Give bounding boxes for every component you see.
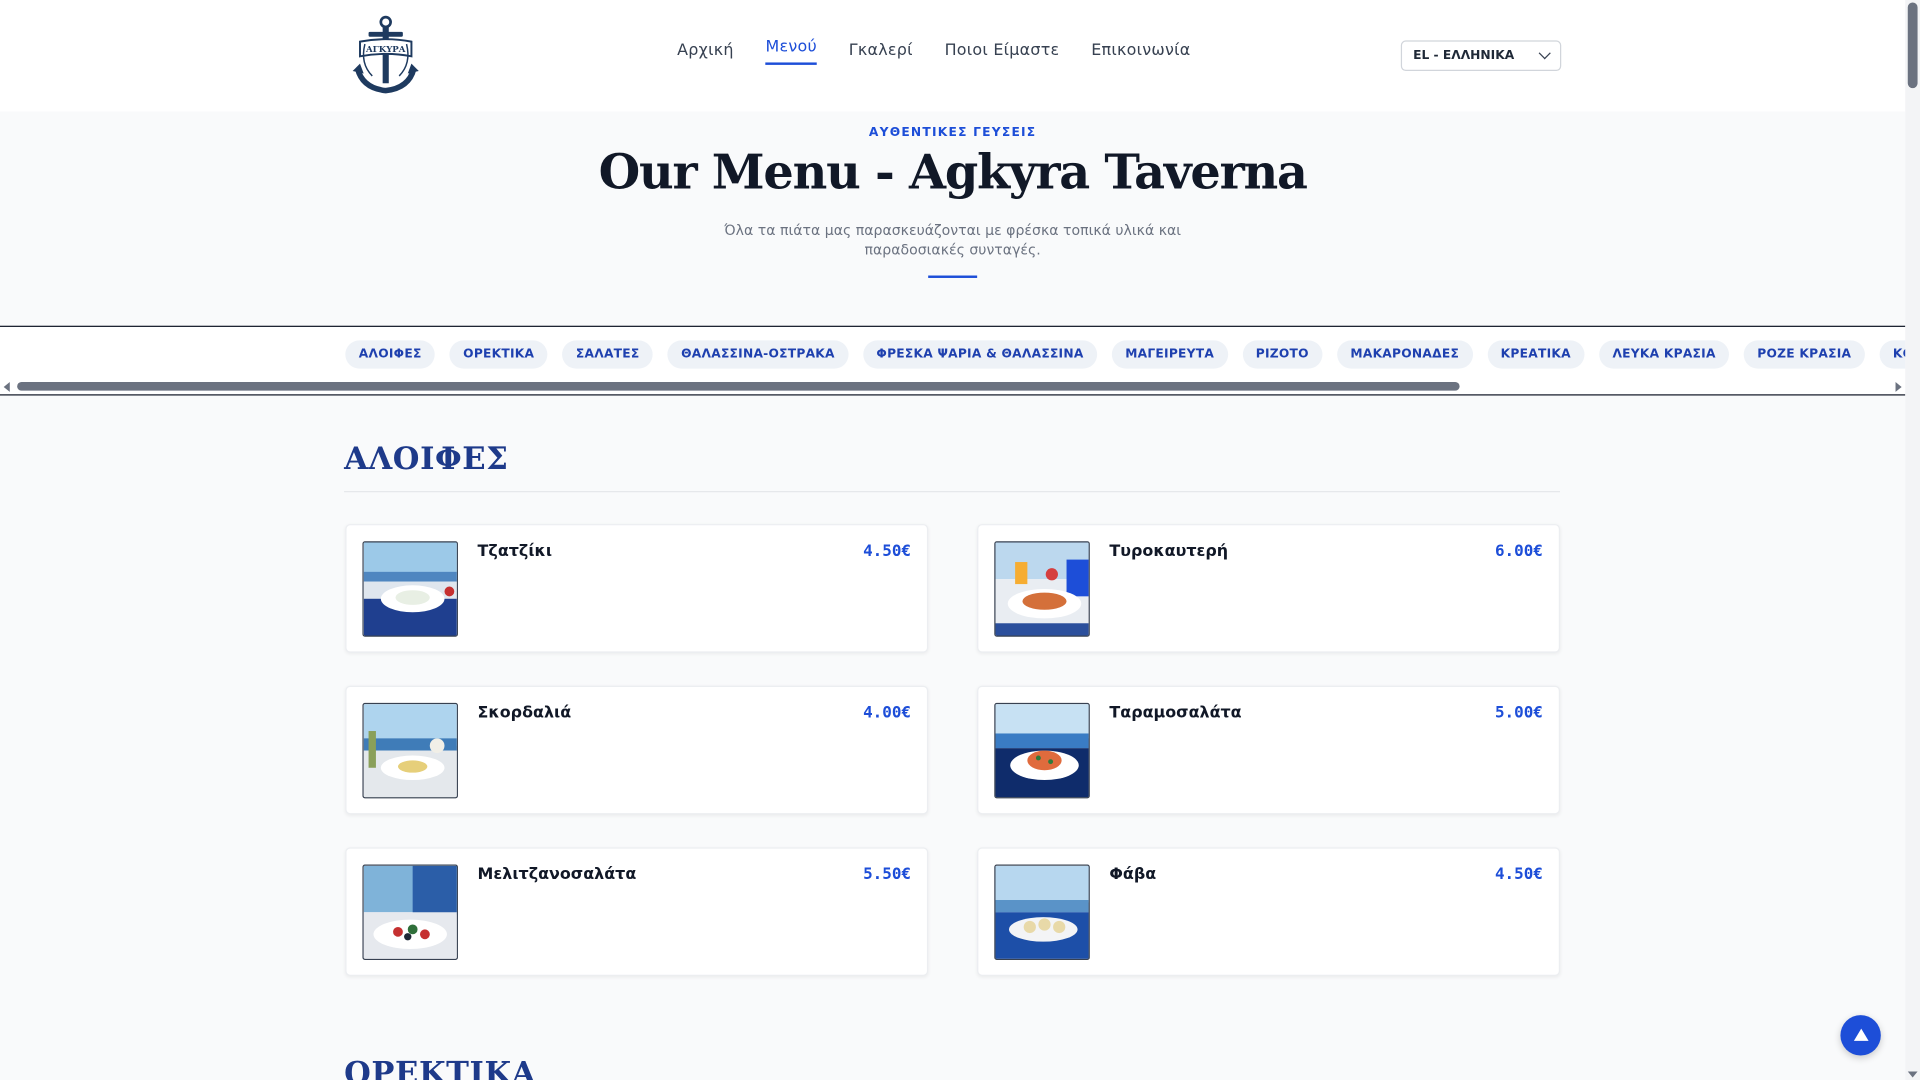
dish-price: 6.00€ bbox=[1494, 542, 1543, 561]
scrollbar-thumb[interactable] bbox=[17, 382, 1460, 391]
main-nav: Αρχική Μενού Γκαλερί Ποιοι Είμαστε Επικο… bbox=[677, 38, 1190, 65]
category-pill[interactable]: ΡΙΖΟΤΟ bbox=[1242, 340, 1323, 369]
scroll-left-icon[interactable] bbox=[3, 382, 10, 392]
scrollbar-thumb[interactable] bbox=[1907, 2, 1918, 89]
dish-name: Τυροκαυτερή bbox=[1109, 542, 1229, 561]
category-pill[interactable]: ΚΟΚΚΙΝΑ ΚΡΑΣΙΑ bbox=[1879, 340, 1906, 369]
dish-name: Μελιτζανοσαλάτα bbox=[477, 865, 637, 885]
dish-photo bbox=[362, 864, 458, 961]
menu-item-card[interactable]: Τυροκαυτερή 6.00€ bbox=[977, 524, 1561, 653]
category-pill[interactable]: ΣΑΛΑΤΕΣ bbox=[562, 340, 653, 369]
category-pill[interactable]: ΚΡΕΑΤΙΚΑ bbox=[1487, 340, 1585, 369]
dish-name: Ταραμοσαλάτα bbox=[1109, 704, 1242, 723]
vertical-scrollbar[interactable] bbox=[1905, 0, 1920, 1080]
dish-price: 4.50€ bbox=[863, 542, 912, 561]
language-select[interactable]: EL - ΕΛΛΗΝΙΚΑ bbox=[1400, 40, 1562, 72]
menu-item-card[interactable]: Σκορδαλιά 4.00€ bbox=[345, 685, 929, 815]
dish-price: 4.50€ bbox=[1494, 865, 1543, 885]
category-pill[interactable]: ΜΑΚΑΡΟΝΑΔΕΣ bbox=[1336, 340, 1473, 369]
logo-text: ΑΓΚΥΡΑ bbox=[365, 45, 406, 55]
category-pill[interactable]: ΘΑΛΑΣΣΙΝΑ-ΟΣΤΡΑΚΑ bbox=[667, 340, 849, 369]
section-title: ΑΛΟΙΦΕΣ bbox=[344, 440, 509, 477]
category-pill[interactable]: ΜΑΓΕΙΡΕΥΤΑ bbox=[1111, 340, 1228, 369]
menu-item-card[interactable]: Τζατζίκι 4.50€ bbox=[345, 524, 929, 653]
dish-photo bbox=[994, 702, 1090, 799]
hero-divider bbox=[928, 275, 978, 278]
page-title: Our Menu - Agkyra Taverna bbox=[598, 144, 1308, 201]
hero-kicker: ΑΥΘΕΝΤΙΚΕΣ ΓΕΥΣΕΙΣ bbox=[868, 126, 1037, 140]
arrow-up-icon bbox=[1853, 1027, 1868, 1041]
dish-name: Τζατζίκι bbox=[477, 542, 553, 561]
chevron-down-icon bbox=[1538, 47, 1551, 60]
dish-photo bbox=[994, 541, 1090, 637]
site-header: ΑΓΚΥΡΑ Αρχική Μενού Γκαλερί Ποιοι Είμαστ… bbox=[0, 0, 1906, 112]
category-pill[interactable]: ΑΛΟΙΦΕΣ bbox=[345, 340, 436, 369]
nav-menu[interactable]: Μενού bbox=[765, 38, 817, 65]
back-to-top-button[interactable] bbox=[1840, 1015, 1881, 1056]
menu-item-card[interactable]: Φάβα 4.50€ bbox=[977, 847, 1561, 976]
nav-gallery[interactable]: Γκαλερί bbox=[849, 42, 913, 65]
nav-home[interactable]: Αρχική bbox=[677, 42, 734, 65]
scroll-down-icon[interactable] bbox=[1907, 1071, 1918, 1078]
category-pill[interactable]: ΟΡΕΚΤΙΚΑ bbox=[449, 340, 548, 369]
dish-price: 4.00€ bbox=[863, 704, 912, 723]
dish-price: 5.50€ bbox=[863, 865, 912, 885]
menu-item-card[interactable]: Μελιτζανοσαλάτα 5.50€ bbox=[345, 847, 929, 976]
category-pill[interactable]: ΡΟΖΕ ΚΡΑΣΙΑ bbox=[1743, 340, 1865, 369]
anchor-logo-icon[interactable]: ΑΓΚΥΡΑ bbox=[350, 15, 421, 96]
dish-name: Σκορδαλιά bbox=[477, 704, 572, 723]
hero-subtitle: Όλα τα πιάτα μας παρασκευάζονται με φρέσ… bbox=[724, 221, 1182, 259]
dish-price: 5.00€ bbox=[1494, 704, 1543, 723]
section-divider bbox=[344, 491, 1561, 493]
language-select-value: EL - ΕΛΛΗΝΙΚΑ bbox=[1413, 48, 1515, 63]
scroll-right-icon[interactable] bbox=[1895, 382, 1902, 392]
next-section-title: ΟΡΕΚΤΙΚΑ bbox=[344, 1055, 537, 1080]
nav-about[interactable]: Ποιοι Είμαστε bbox=[945, 42, 1060, 65]
category-pill[interactable]: ΛΕΥΚΑ ΚΡΑΣΙΑ bbox=[1598, 340, 1730, 369]
menu-item-card[interactable]: Ταραμοσαλάτα 5.00€ bbox=[977, 685, 1561, 815]
horizontal-scrollbar[interactable] bbox=[0, 380, 1905, 395]
dish-name: Φάβα bbox=[1109, 865, 1157, 885]
nav-contact[interactable]: Επικοινωνία bbox=[1091, 42, 1190, 65]
category-pills: ΑΛΟΙΦΕΣ ΟΡΕΚΤΙΚΑ ΣΑΛΑΤΕΣ ΘΑΛΑΣΣΙΝΑ-ΟΣΤΡΑ… bbox=[345, 340, 1906, 369]
dish-photo bbox=[994, 864, 1090, 961]
dish-photo bbox=[362, 541, 458, 637]
menu-page: ΑΓΚΥΡΑ Αρχική Μενού Γκαλερί Ποιοι Είμαστ… bbox=[0, 0, 1906, 1080]
dish-photo bbox=[362, 702, 458, 799]
category-strip: ΑΛΟΙΦΕΣ ΟΡΕΚΤΙΚΑ ΣΑΛΑΤΕΣ ΘΑΛΑΣΣΙΝΑ-ΟΣΤΡΑ… bbox=[0, 325, 1906, 396]
category-pill[interactable]: ΦΡΕΣΚΑ ΨΑΡΙΑ & ΘΑΛΑΣΣΙΝΑ bbox=[862, 340, 1098, 369]
